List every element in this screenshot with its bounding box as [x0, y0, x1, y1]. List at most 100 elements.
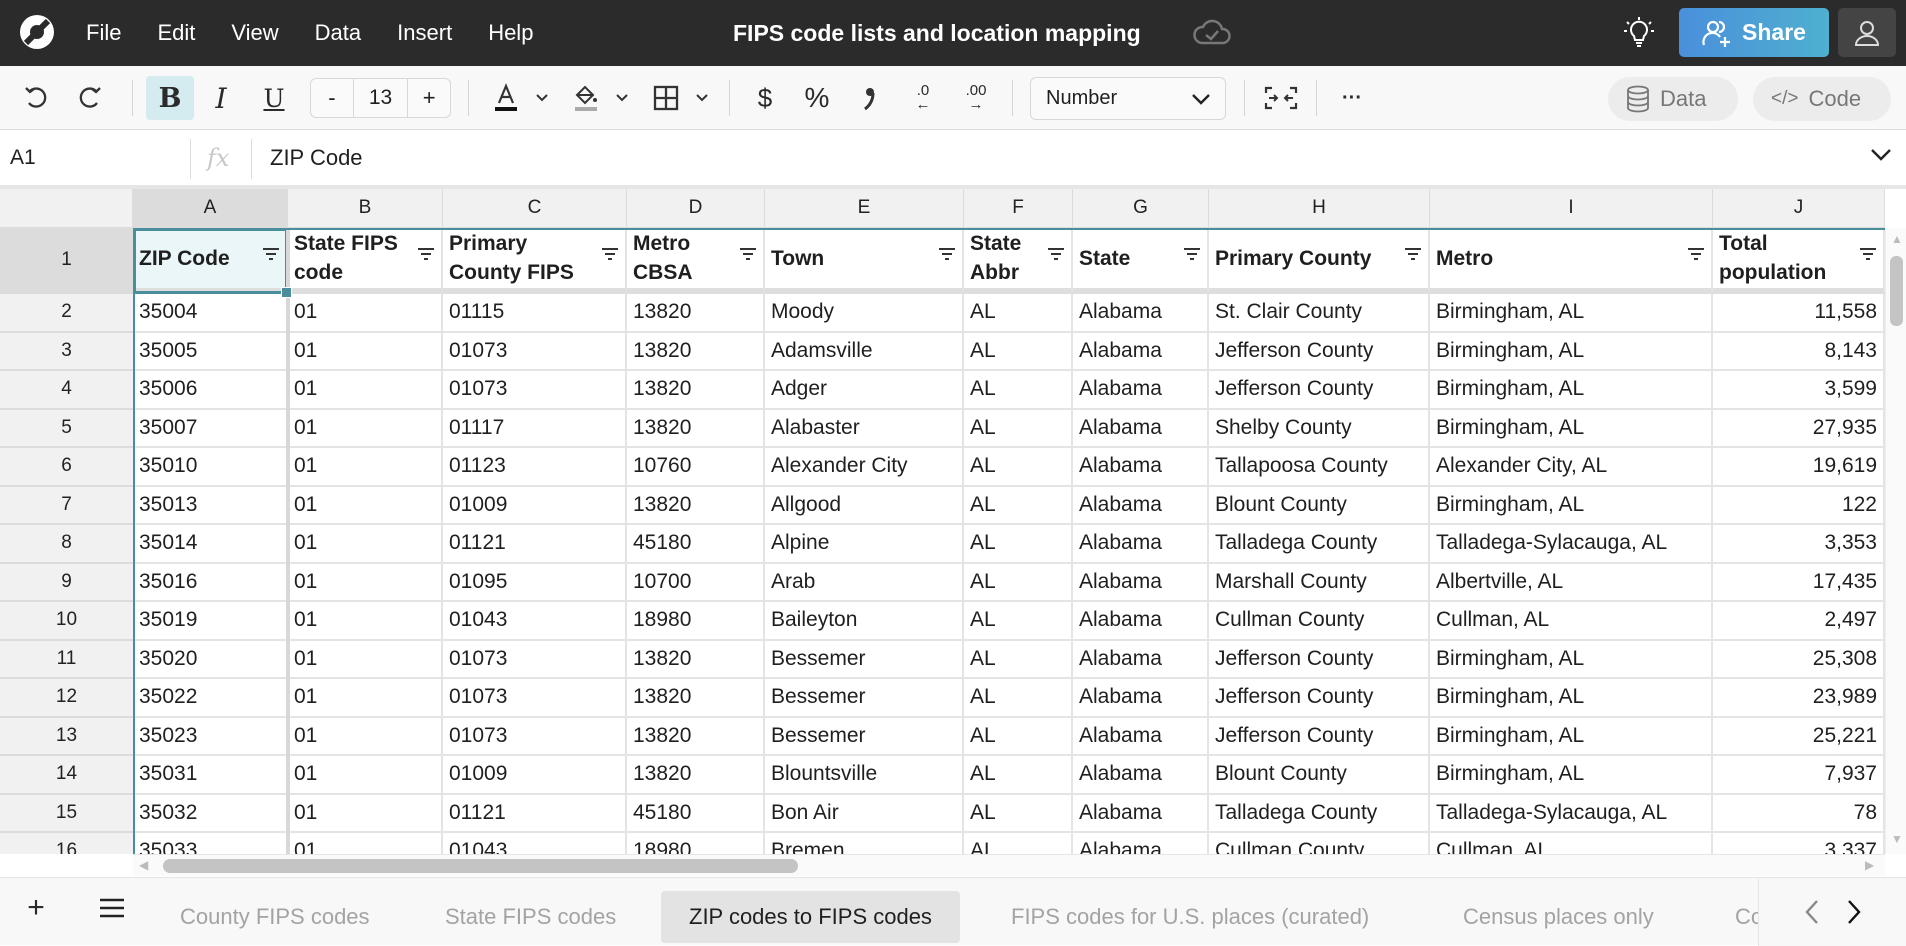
cell-primary-county[interactable]: Talladega County	[1209, 525, 1430, 564]
filter-icon[interactable]	[417, 240, 435, 269]
header-cell-primary-county[interactable]: Primary County	[1209, 228, 1430, 294]
cell-town[interactable]: Alpine	[765, 525, 964, 564]
undo-button[interactable]	[16, 76, 56, 120]
cell-state[interactable]: Alabama	[1073, 294, 1209, 333]
header-cell-metro-cbsa[interactable]: Metro CBSA	[627, 228, 765, 294]
cell-state-abbr[interactable]: AL	[964, 332, 1073, 371]
filter-icon[interactable]	[1404, 240, 1422, 269]
row-header-1[interactable]: 1	[0, 228, 133, 294]
cell-total-population[interactable]: 3,599	[1713, 371, 1885, 410]
row-header-12[interactable]: 12	[0, 679, 133, 718]
cell-town[interactable]: Bremen	[765, 833, 964, 854]
cell-primary-county[interactable]: Jefferson County	[1209, 717, 1430, 756]
cell-state-abbr[interactable]: AL	[964, 409, 1073, 448]
cell-total-population[interactable]: 11,558	[1713, 294, 1885, 333]
expand-formula-chevron-icon[interactable]	[1870, 148, 1892, 162]
sheet-tab-census-places-only[interactable]: Census places only	[1435, 891, 1682, 943]
cell-state-fips-code[interactable]: 01	[288, 525, 443, 564]
cell-primary-county-fips[interactable]: 01073	[443, 717, 627, 756]
cell-primary-county[interactable]: Blount County	[1209, 486, 1430, 525]
cell-state-abbr[interactable]: AL	[964, 448, 1073, 487]
cell-total-population[interactable]: 27,935	[1713, 409, 1885, 448]
cell-primary-county-fips[interactable]: 01009	[443, 756, 627, 795]
column-header-a[interactable]: A	[133, 189, 288, 228]
filter-icon[interactable]	[1687, 240, 1705, 269]
cell-town[interactable]: Adamsville	[765, 332, 964, 371]
sheet-tab-zip-codes-to-fips-codes[interactable]: ZIP codes to FIPS codes	[661, 891, 960, 943]
cell-zip-code[interactable]: 35023	[133, 717, 288, 756]
cell-town[interactable]: Blountsville	[765, 756, 964, 795]
row-header-7[interactable]: 7	[0, 486, 133, 525]
cell-primary-county[interactable]: Tallapoosa County	[1209, 448, 1430, 487]
column-header-d[interactable]: D	[627, 189, 765, 228]
row-header-13[interactable]: 13	[0, 717, 133, 756]
formula-input[interactable]: ZIP Code	[270, 131, 363, 185]
cell-zip-code[interactable]: 35020	[133, 640, 288, 679]
cell-total-population[interactable]: 7,937	[1713, 756, 1885, 795]
cell-town[interactable]: Alexander City	[765, 448, 964, 487]
cell-state-abbr[interactable]: AL	[964, 640, 1073, 679]
row-header-10[interactable]: 10	[0, 602, 133, 641]
cell-primary-county[interactable]: Cullman County	[1209, 602, 1430, 641]
cell-primary-county-fips[interactable]: 01121	[443, 525, 627, 564]
cell-state[interactable]: Alabama	[1073, 679, 1209, 718]
row-header-5[interactable]: 5	[0, 409, 133, 448]
percent-format-button[interactable]: %	[797, 76, 837, 120]
cell-metro-cbsa[interactable]: 13820	[627, 640, 765, 679]
row-header-4[interactable]: 4	[0, 371, 133, 410]
cell-primary-county-fips[interactable]: 01117	[443, 409, 627, 448]
cell-total-population[interactable]: 23,989	[1713, 679, 1885, 718]
cell-total-population[interactable]: 3,337	[1713, 833, 1885, 854]
filter-icon[interactable]	[938, 240, 956, 269]
fill-color-dropdown[interactable]	[608, 76, 636, 120]
cell-metro[interactable]: Birmingham, AL	[1430, 679, 1713, 718]
filter-icon[interactable]	[1183, 240, 1201, 269]
filter-icon[interactable]	[601, 240, 619, 269]
cell-metro-cbsa[interactable]: 13820	[627, 679, 765, 718]
select-all-corner[interactable]	[0, 189, 133, 228]
row-header-6[interactable]: 6	[0, 448, 133, 487]
borders-dropdown[interactable]	[688, 76, 716, 120]
cell-primary-county-fips[interactable]: 01115	[443, 294, 627, 333]
bold-button[interactable]: B	[146, 76, 194, 120]
cell-metro-cbsa[interactable]: 45180	[627, 525, 765, 564]
frozen-column-divider[interactable]	[286, 228, 290, 854]
cell-state-fips-code[interactable]: 01	[288, 486, 443, 525]
cell-state-abbr[interactable]: AL	[964, 833, 1073, 854]
cell-metro[interactable]: Talladega-Sylacauga, AL	[1430, 525, 1713, 564]
row-header-9[interactable]: 9	[0, 563, 133, 602]
cell-state-abbr[interactable]: AL	[964, 563, 1073, 602]
cell-zip-code[interactable]: 35007	[133, 409, 288, 448]
sheet-tab-county-fips-codes[interactable]: County FIPS codes	[152, 891, 398, 943]
cell-primary-county-fips[interactable]: 01009	[443, 486, 627, 525]
cell-total-population[interactable]: 8,143	[1713, 332, 1885, 371]
cell-town[interactable]: Alabaster	[765, 409, 964, 448]
cell-total-population[interactable]: 17,435	[1713, 563, 1885, 602]
cell-metro-cbsa[interactable]: 18980	[627, 833, 765, 854]
cell-town[interactable]: Arab	[765, 563, 964, 602]
cell-primary-county[interactable]: Blount County	[1209, 756, 1430, 795]
cell-town[interactable]: Adger	[765, 371, 964, 410]
cell-state[interactable]: Alabama	[1073, 794, 1209, 833]
cell-total-population[interactable]: 25,308	[1713, 640, 1885, 679]
cell-primary-county[interactable]: Jefferson County	[1209, 332, 1430, 371]
cell-metro[interactable]: Birmingham, AL	[1430, 371, 1713, 410]
font-size-input[interactable]: 13	[352, 79, 409, 117]
cell-town[interactable]: Bessemer	[765, 717, 964, 756]
cell-state-abbr[interactable]: AL	[964, 602, 1073, 641]
cell-town[interactable]: Baileyton	[765, 602, 964, 641]
cell-state[interactable]: Alabama	[1073, 833, 1209, 854]
cell-state-fips-code[interactable]: 01	[288, 756, 443, 795]
cell-metro-cbsa[interactable]: 10700	[627, 563, 765, 602]
cell-primary-county-fips[interactable]: 01121	[443, 794, 627, 833]
cell-state-abbr[interactable]: AL	[964, 794, 1073, 833]
cell-town[interactable]: Moody	[765, 294, 964, 333]
cell-primary-county[interactable]: St. Clair County	[1209, 294, 1430, 333]
column-header-c[interactable]: C	[443, 189, 627, 228]
scroll-down-arrow-icon[interactable]: ▼	[1891, 832, 1903, 846]
cell-primary-county[interactable]: Jefferson County	[1209, 679, 1430, 718]
cell-metro[interactable]: Albertville, AL	[1430, 563, 1713, 602]
cell-zip-code[interactable]: 35010	[133, 448, 288, 487]
cell-primary-county[interactable]: Talladega County	[1209, 794, 1430, 833]
row-header-15[interactable]: 15	[0, 794, 133, 833]
